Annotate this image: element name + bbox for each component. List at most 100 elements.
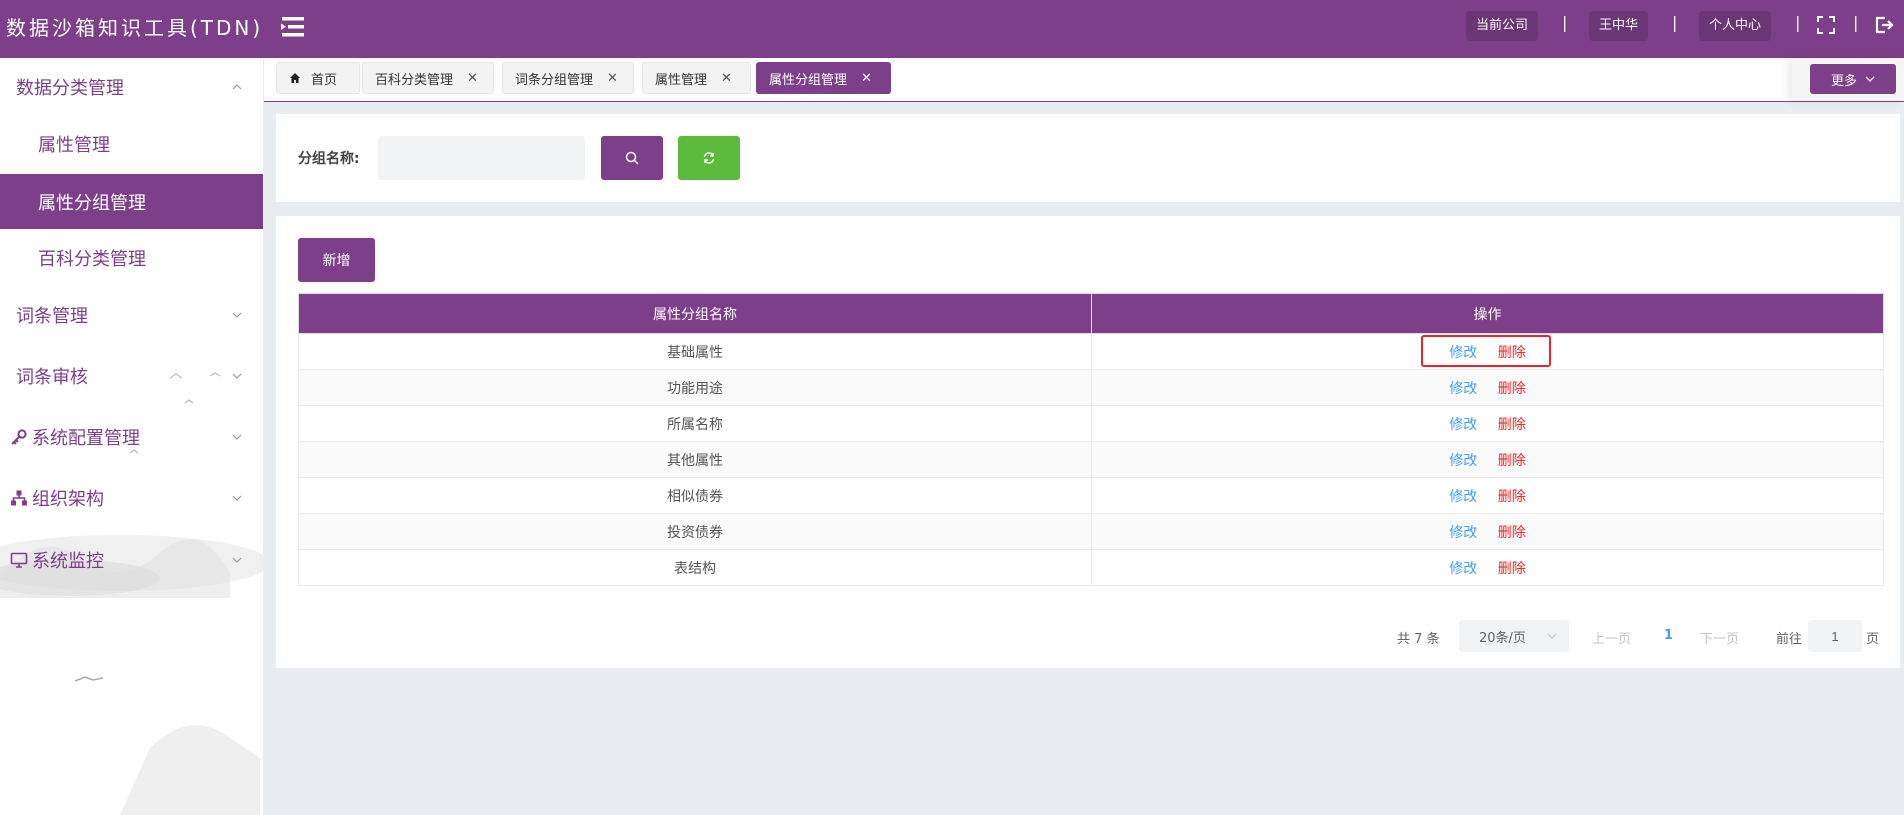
table-row: 功能用途 修改 删除 [298, 369, 1884, 406]
edit-link[interactable]: 修改 [1449, 486, 1477, 506]
pagination-total: 共 7 条 [1397, 632, 1440, 647]
chevron-down-icon [232, 495, 242, 501]
monitor-icon [10, 552, 28, 568]
delete-link[interactable]: 删除 [1498, 414, 1526, 434]
app-title: 数据沙箱知识工具(TDN) [6, 16, 264, 40]
chevron-down-icon [232, 312, 242, 318]
tab-encyclopedia-category[interactable]: 百科分类管理 ✕ [362, 62, 494, 94]
org-chart-icon [11, 490, 27, 506]
sidebar-group-system-config[interactable]: 系统配置管理 [0, 409, 263, 465]
column-header-actions: 操作 [1091, 293, 1884, 334]
edit-link[interactable]: 修改 [1449, 558, 1477, 578]
sidebar-group-system-monitor[interactable]: 系统监控 [0, 532, 263, 588]
group-name-cell: 基础属性 [298, 333, 1092, 370]
group-name-cell: 表结构 [298, 549, 1092, 586]
table-row: 所属名称 修改 删除 [298, 405, 1884, 442]
group-name-input[interactable] [378, 136, 585, 180]
search-button[interactable] [601, 136, 663, 180]
group-name-label: 分组名称: [298, 151, 360, 167]
edit-link[interactable]: 修改 [1449, 378, 1477, 398]
delete-link[interactable]: 删除 [1498, 450, 1526, 470]
sidebar-item-encyclopedia-category[interactable]: 百科分类管理 [0, 230, 263, 285]
sidebar-item-label: 百科分类管理 [38, 248, 146, 270]
close-icon[interactable]: ✕ [721, 71, 732, 86]
sidebar-group-label: 组织架构 [32, 489, 104, 510]
edit-link[interactable]: 修改 [1449, 522, 1477, 542]
sidebar-item-label: 属性管理 [38, 134, 110, 156]
sidebar-item-attribute-group-management[interactable]: 属性分组管理 [0, 174, 263, 229]
tab-label: 首页 [311, 72, 338, 88]
more-tabs-area: 更多 [1792, 58, 1904, 101]
sidebar-group-label: 系统配置管理 [32, 428, 140, 449]
actions-cell: 修改 删除 [1091, 441, 1884, 478]
tab-attribute-group-management[interactable]: 属性分组管理 ✕ [756, 62, 891, 94]
chevron-down-icon [1865, 76, 1875, 82]
page-size-value: 20条/页 [1479, 630, 1526, 646]
sidebar: 数据分类管理 属性管理 属性分组管理 百科分类管理 词条管理 词条审核 系统配置… [0, 58, 264, 815]
delete-link[interactable]: 删除 [1498, 558, 1526, 578]
sidebar-group-org-structure[interactable]: 组织架构 [0, 470, 263, 526]
chevron-down-icon [1547, 633, 1557, 639]
add-button[interactable]: 新增 [298, 238, 375, 282]
actions-cell: 修改 删除 [1091, 513, 1884, 550]
goto-suffix: 页 [1866, 632, 1880, 647]
actions-cell: 修改 删除 [1091, 477, 1884, 514]
delete-link[interactable]: 删除 [1498, 342, 1526, 362]
actions-cell: 修改 删除 [1091, 369, 1884, 406]
key-icon [11, 429, 27, 445]
more-tabs-button[interactable]: 更多 [1810, 64, 1896, 94]
table-row: 基础属性 修改 删除 [298, 333, 1884, 370]
close-icon[interactable]: ✕ [861, 71, 872, 86]
sidebar-group-label: 系统监控 [32, 551, 104, 572]
reset-button[interactable] [678, 136, 740, 180]
goto-page-input[interactable] [1808, 620, 1862, 652]
tab-entry-group[interactable]: 词条分组管理 ✕ [502, 62, 634, 94]
sidebar-group-entry-management[interactable]: 词条管理 [0, 287, 263, 343]
edit-link[interactable]: 修改 [1449, 342, 1477, 362]
sidebar-item-label: 属性分组管理 [38, 192, 146, 214]
table-row: 投资债券 修改 删除 [298, 513, 1884, 550]
attribute-group-table: 属性分组名称 操作 基础属性 修改 删除 功能用途 修改 删除 所属名称 修改 … [298, 293, 1884, 586]
goto-label: 前往 [1776, 632, 1803, 647]
tab-label: 词条分组管理 [515, 72, 594, 88]
close-icon[interactable]: ✕ [467, 71, 478, 86]
tab-label: 属性分组管理 [769, 72, 848, 88]
top-header: 数据沙箱知识工具(TDN) 当前公司 | 王中华 | 个人中心 | | [0, 0, 1904, 58]
table-row: 表结构 修改 删除 [298, 549, 1884, 586]
prev-page-button[interactable]: 上一页 [1592, 628, 1631, 647]
logout-icon[interactable] [1874, 15, 1894, 35]
chevron-up-icon [232, 84, 242, 90]
next-page-button[interactable]: 下一页 [1700, 628, 1739, 647]
sidebar-group-entry-review[interactable]: 词条审核 [0, 348, 263, 404]
header-separator: | [1795, 13, 1801, 32]
group-name-cell: 其他属性 [298, 441, 1092, 478]
sidebar-group-label: 词条审核 [16, 367, 88, 388]
actions-cell: 修改 删除 [1091, 333, 1884, 370]
current-company-button[interactable]: 当前公司 [1466, 11, 1539, 41]
close-icon[interactable]: ✕ [607, 71, 618, 86]
edit-link[interactable]: 修改 [1449, 414, 1477, 434]
delete-link[interactable]: 删除 [1498, 378, 1526, 398]
page-number-current[interactable]: 1 [1664, 628, 1673, 643]
delete-link[interactable]: 删除 [1498, 522, 1526, 542]
delete-link[interactable]: 删除 [1498, 486, 1526, 506]
sidebar-item-attribute-management[interactable]: 属性管理 [0, 116, 263, 171]
table-panel: 新增 属性分组名称 操作 基础属性 修改 删除 功能用途 修改 删除 所属名称 … [276, 216, 1900, 668]
sidebar-group-data-category[interactable]: 数据分类管理 [0, 59, 263, 115]
chevron-down-icon [232, 434, 242, 440]
profile-center-button[interactable]: 个人中心 [1699, 11, 1772, 41]
table-row: 相似债券 修改 删除 [298, 477, 1884, 514]
more-label: 更多 [1830, 73, 1857, 89]
home-icon [290, 73, 300, 83]
refresh-icon [703, 152, 715, 164]
edit-link[interactable]: 修改 [1449, 450, 1477, 470]
fullscreen-icon[interactable] [1816, 15, 1836, 35]
tab-label: 百科分类管理 [375, 72, 454, 88]
user-name-button[interactable]: 王中华 [1589, 11, 1649, 41]
tab-home[interactable]: 首页 [276, 62, 360, 94]
page-size-select[interactable]: 20条/页 [1459, 620, 1569, 652]
menu-toggle-icon[interactable] [279, 15, 305, 39]
actions-cell: 修改 删除 [1091, 549, 1884, 586]
tab-attribute-management[interactable]: 属性管理 ✕ [642, 62, 751, 94]
sidebar-group-label: 数据分类管理 [16, 78, 124, 99]
